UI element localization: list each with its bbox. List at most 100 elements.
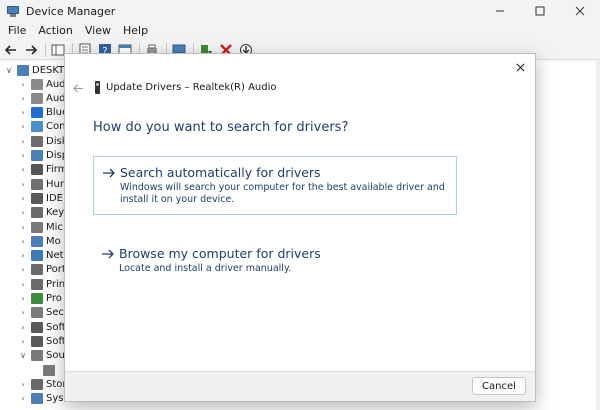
cancel-button[interactable]: Cancel	[472, 377, 526, 395]
close-icon	[516, 63, 524, 71]
tree-item[interactable]: › Soft	[18, 320, 66, 334]
tree-root[interactable]: ∨ DESKTO	[4, 63, 72, 77]
console-tree-icon	[51, 44, 65, 55]
tree-item[interactable]: › Disp	[18, 149, 68, 163]
chevron-right-icon[interactable]: ›	[18, 337, 28, 346]
tree-item[interactable]: › Hum	[18, 177, 70, 191]
tree-item[interactable]: › Con	[18, 120, 65, 134]
chevron-right-icon[interactable]: ›	[18, 122, 28, 131]
search-automatically-option[interactable]: Search automatically for drivers Windows…	[93, 156, 457, 215]
tree-item-label: Con	[46, 121, 66, 133]
forward-button[interactable]	[22, 42, 40, 58]
device-category-icon	[31, 192, 43, 204]
device-category-icon	[31, 107, 43, 119]
chevron-right-icon[interactable]: ›	[18, 223, 28, 232]
minimize-button[interactable]	[480, 0, 520, 22]
tree-item-label: Aud	[46, 78, 66, 90]
tree-item[interactable]: › Blue	[18, 106, 68, 120]
menu-action[interactable]: Action	[32, 22, 78, 40]
chevron-down-icon[interactable]: ∨	[18, 351, 28, 360]
tree-item[interactable]: › Pro	[18, 292, 62, 306]
menu-file[interactable]: File	[2, 22, 32, 40]
tree-item[interactable]: › Aud	[18, 77, 66, 91]
chevron-right-icon[interactable]: ›	[18, 151, 28, 160]
device-category-icon	[31, 207, 43, 219]
chevron-right-icon[interactable]: ›	[18, 94, 28, 103]
dialog-close-button[interactable]	[513, 60, 527, 74]
chevron-right-icon[interactable]: ›	[18, 394, 28, 403]
tree-item-label: Mo	[46, 235, 61, 247]
arrow-right-icon	[26, 44, 38, 55]
tree-item[interactable]: › Syst	[18, 392, 67, 406]
chevron-right-icon[interactable]: ›	[18, 108, 28, 117]
chevron-right-icon[interactable]: ›	[18, 194, 28, 203]
tree-item[interactable]: › Net	[18, 249, 64, 263]
toolbar-separator	[45, 42, 46, 57]
tree-item[interactable]: › Keyb	[18, 206, 70, 220]
tree-item-label: IDE	[46, 192, 63, 204]
chevron-right-icon[interactable]: ›	[18, 294, 28, 303]
device-category-icon	[31, 135, 43, 147]
tree-item[interactable]: › Soft	[18, 334, 66, 348]
maximize-button[interactable]	[520, 0, 560, 22]
chevron-right-icon[interactable]: ›	[18, 308, 28, 317]
tree-item[interactable]: › Firm	[18, 163, 67, 177]
chevron-right-icon[interactable]: ›	[18, 265, 28, 274]
dialog-title: Update Drivers – Realtek(R) Audio	[106, 82, 277, 93]
minimize-icon	[496, 10, 504, 12]
device-category-icon	[31, 293, 43, 304]
tree-item-label: Soft	[46, 321, 66, 333]
tree-item[interactable]: › Stor	[18, 377, 67, 391]
chevron-down-icon[interactable]: ∨	[4, 66, 14, 75]
tree-item[interactable]: › Aud	[18, 91, 66, 105]
device-category-icon	[31, 335, 43, 347]
chevron-right-icon[interactable]: ›	[18, 80, 28, 89]
chevron-right-icon[interactable]: ›	[18, 208, 28, 217]
tree-item[interactable]: › Port	[18, 263, 66, 277]
menu-bar: File Action View Help	[0, 22, 600, 40]
vertical-scrollbar[interactable]	[596, 61, 600, 410]
maximize-icon	[535, 6, 545, 16]
device-category-icon	[31, 393, 43, 405]
menu-view[interactable]: View	[79, 22, 117, 40]
option-body: Search automatically for drivers Windows…	[120, 165, 448, 206]
close-window-button[interactable]	[560, 0, 600, 22]
option-title: Search automatically for drivers	[120, 165, 321, 180]
chevron-right-icon[interactable]: ›	[18, 323, 28, 332]
device-category-icon	[31, 378, 43, 390]
tree-item[interactable]: › Prin	[18, 277, 65, 291]
chevron-right-icon[interactable]: ›	[18, 137, 28, 146]
device-manager-icon	[6, 4, 20, 18]
arrow-right-icon	[102, 165, 120, 206]
tree-item-label: Aud	[46, 92, 66, 104]
chevron-right-icon[interactable]: ›	[18, 180, 28, 189]
tree-item[interactable]: › Disk	[18, 134, 67, 148]
tree-item[interactable]: › Mo	[18, 234, 61, 248]
chevron-right-icon[interactable]: ›	[18, 237, 28, 246]
device-category-icon	[31, 307, 43, 319]
tree-item[interactable]: › Mic	[18, 220, 63, 234]
chevron-right-icon[interactable]: ›	[18, 165, 28, 174]
tree-item[interactable]: ∨ Sou	[18, 349, 65, 363]
tree-item-label: Sec	[46, 307, 64, 319]
device-category-icon	[31, 150, 43, 161]
device-category-icon	[31, 164, 43, 176]
chevron-right-icon[interactable]: ›	[18, 280, 28, 289]
tree-item[interactable]	[30, 363, 58, 377]
tree-item-label: Sou	[46, 350, 65, 362]
tree-item-label: Pro	[46, 293, 62, 304]
window-title: Device Manager	[26, 4, 116, 18]
chevron-right-icon[interactable]: ›	[18, 380, 28, 389]
tree-item-label: Net	[46, 250, 64, 262]
title-bar: Device Manager	[0, 0, 600, 22]
browse-computer-option[interactable]: Browse my computer for drivers Locate an…	[93, 238, 457, 283]
window-controls	[480, 0, 600, 22]
chevron-right-icon[interactable]: ›	[18, 251, 28, 260]
dialog-header: Update Drivers – Realtek(R) Audio	[95, 81, 277, 94]
tree-item[interactable]: › IDE	[18, 191, 63, 205]
dialog-back-button[interactable]	[71, 82, 85, 94]
back-button[interactable]	[2, 42, 20, 58]
tree-item[interactable]: › Sec	[18, 306, 64, 320]
menu-help[interactable]: Help	[117, 22, 154, 40]
arrow-left-icon	[72, 83, 83, 93]
